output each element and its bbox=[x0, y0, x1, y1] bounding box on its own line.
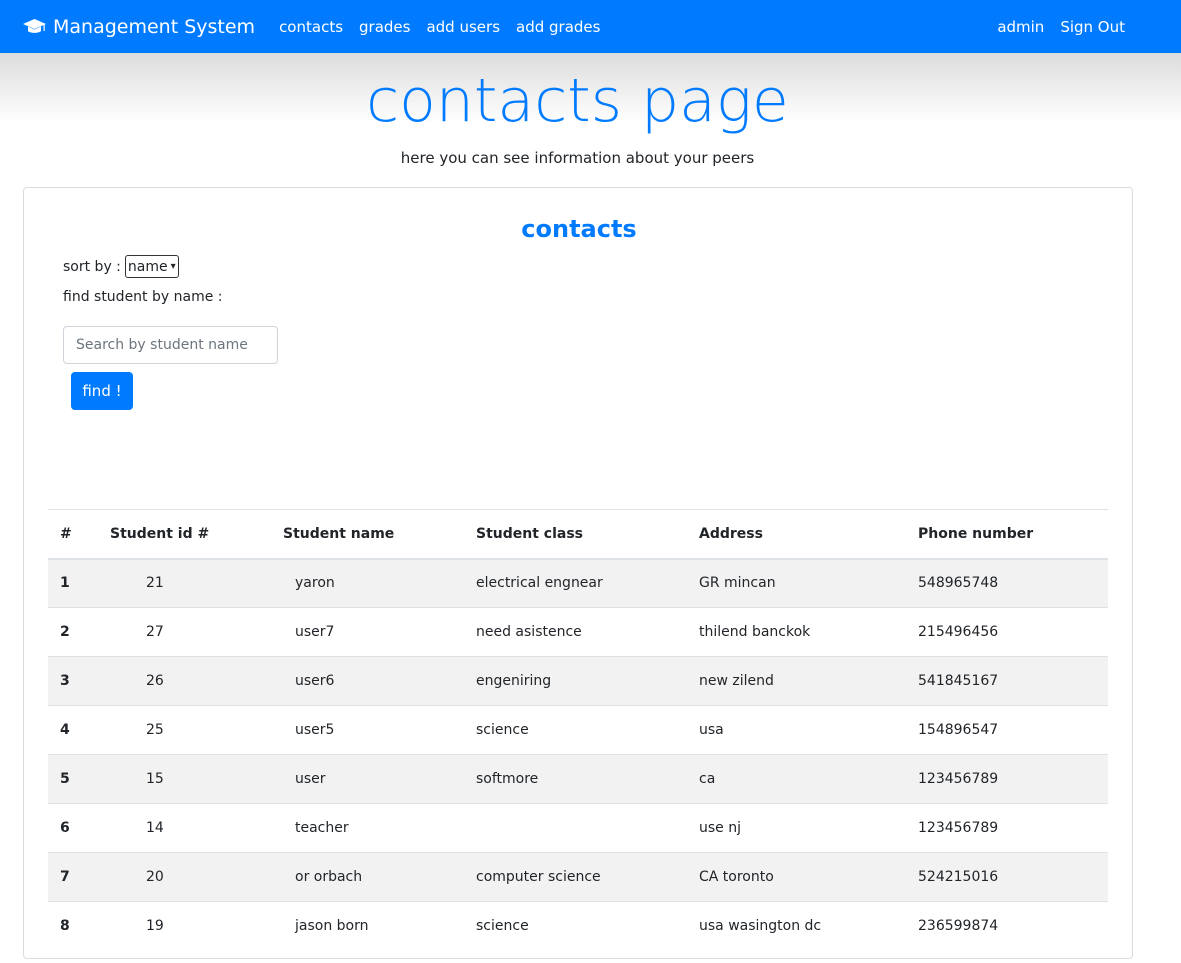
cell-phone-number: 123456789 bbox=[918, 803, 1108, 853]
navbar: Management System contacts grades add us… bbox=[0, 0, 1181, 53]
cell-phone-number: 154896547 bbox=[918, 705, 1108, 755]
table-row: 2 27 user7 need asistence thilend bancko… bbox=[48, 607, 1108, 657]
page-subtitle: here you can see information about your … bbox=[400, 149, 755, 167]
cell-student-name: jason born bbox=[283, 901, 476, 951]
nav-contacts[interactable]: contacts bbox=[279, 18, 343, 36]
cell-student-class: engeniring bbox=[476, 656, 699, 706]
cell-index: 6 bbox=[48, 803, 110, 853]
header-phone-number: Phone number bbox=[918, 509, 1108, 560]
table-row: 5 15 user softmore ca 123456789 bbox=[48, 754, 1108, 804]
cell-phone-number: 548965748 bbox=[918, 558, 1108, 608]
chevron-down-icon: ▾ bbox=[170, 261, 176, 272]
cell-index: 1 bbox=[48, 558, 110, 608]
contacts-table-wrap: # Student id # Student name Student clas… bbox=[48, 509, 1108, 951]
find-label: find student by name : bbox=[63, 289, 223, 305]
nav-user-area: admin Sign Out bbox=[981, 0, 1125, 53]
find-button[interactable]: find ! bbox=[71, 372, 133, 410]
cell-index: 3 bbox=[48, 656, 110, 706]
cell-student-name: user7 bbox=[283, 607, 476, 657]
search-input[interactable] bbox=[63, 326, 278, 364]
nav-user-admin[interactable]: admin bbox=[997, 18, 1044, 36]
cell-student-name: yaron bbox=[283, 558, 476, 608]
contacts-card: contacts sort by : name ▾ find student b… bbox=[23, 187, 1133, 959]
cell-index: 7 bbox=[48, 852, 110, 902]
cell-student-name: user5 bbox=[283, 705, 476, 755]
header-index: # bbox=[48, 509, 110, 560]
sort-row: sort by : name ▾ bbox=[63, 255, 179, 278]
cell-student-id: 26 bbox=[110, 656, 283, 706]
cell-student-class: science bbox=[476, 901, 699, 951]
table-row: 8 19 jason born science usa wasington dc… bbox=[48, 901, 1108, 951]
cell-phone-number: 524215016 bbox=[918, 852, 1108, 902]
cell-student-class: need asistence bbox=[476, 607, 699, 657]
cell-student-id: 25 bbox=[110, 705, 283, 755]
brand-link[interactable]: Management System bbox=[22, 16, 255, 38]
sort-select[interactable]: name ▾ bbox=[124, 255, 179, 278]
cell-student-id: 27 bbox=[110, 607, 283, 657]
sort-value: name bbox=[127, 258, 168, 275]
cell-index: 8 bbox=[48, 901, 110, 951]
header-student-name: Student name bbox=[283, 509, 476, 560]
cell-phone-number: 236599874 bbox=[918, 901, 1108, 951]
cell-student-class: computer science bbox=[476, 852, 699, 902]
header-student-class: Student class bbox=[476, 509, 699, 560]
nav-add-users[interactable]: add users bbox=[426, 18, 500, 36]
cell-student-name: teacher bbox=[283, 803, 476, 853]
cell-student-id: 19 bbox=[110, 901, 283, 951]
contacts-table: # Student id # Student name Student clas… bbox=[48, 509, 1108, 951]
sign-out-link[interactable]: Sign Out bbox=[1060, 18, 1125, 36]
cell-address: ca bbox=[699, 754, 918, 804]
page-title: contacts page bbox=[366, 66, 789, 136]
cell-index: 2 bbox=[48, 607, 110, 657]
cell-student-class bbox=[476, 803, 699, 853]
cell-student-name: user6 bbox=[283, 656, 476, 706]
cell-address: use nj bbox=[699, 803, 918, 853]
cell-phone-number: 215496456 bbox=[918, 607, 1108, 657]
cell-student-id: 20 bbox=[110, 852, 283, 902]
cell-address: CA toronto bbox=[699, 852, 918, 902]
cell-student-class: softmore bbox=[476, 754, 699, 804]
nav-grades[interactable]: grades bbox=[359, 18, 410, 36]
graduation-cap-icon bbox=[23, 18, 46, 33]
cell-student-id: 15 bbox=[110, 754, 283, 804]
cell-address: usa bbox=[699, 705, 918, 755]
cell-address: thilend banckok bbox=[699, 607, 918, 657]
table-row: 4 25 user5 science usa 154896547 bbox=[48, 705, 1108, 755]
cell-index: 4 bbox=[48, 705, 110, 755]
cell-index: 5 bbox=[48, 754, 110, 804]
cell-phone-number: 123456789 bbox=[918, 754, 1108, 804]
table-row: 3 26 user6 engeniring new zilend 5418451… bbox=[48, 656, 1108, 706]
header-student-id: Student id # bbox=[110, 509, 283, 560]
header-address: Address bbox=[699, 509, 918, 560]
nav-links: contacts grades add users add grades bbox=[279, 18, 616, 36]
cell-address: GR mincan bbox=[699, 558, 918, 608]
cell-student-class: science bbox=[476, 705, 699, 755]
cell-address: new zilend bbox=[699, 656, 918, 706]
card-title: contacts bbox=[521, 215, 637, 243]
cell-student-id: 21 bbox=[110, 558, 283, 608]
table-row: 6 14 teacher use nj 123456789 bbox=[48, 803, 1108, 853]
cell-student-id: 14 bbox=[110, 803, 283, 853]
hero: contacts page here you can see informati… bbox=[0, 53, 1181, 188]
cell-student-name: or orbach bbox=[283, 852, 476, 902]
brand-label: Management System bbox=[53, 15, 256, 38]
cell-address: usa wasington dc bbox=[699, 901, 918, 951]
table-row: 7 20 or orbach computer science CA toron… bbox=[48, 852, 1108, 902]
cell-phone-number: 541845167 bbox=[918, 656, 1108, 706]
nav-add-grades[interactable]: add grades bbox=[516, 18, 600, 36]
table-header-row: # Student id # Student name Student clas… bbox=[48, 509, 1108, 560]
cell-student-class: electrical engnear bbox=[476, 558, 699, 608]
cell-student-name: user bbox=[283, 754, 476, 804]
sort-label: sort by : bbox=[63, 258, 121, 275]
table-row: 1 21 yaron electrical engnear GR mincan … bbox=[48, 558, 1108, 608]
